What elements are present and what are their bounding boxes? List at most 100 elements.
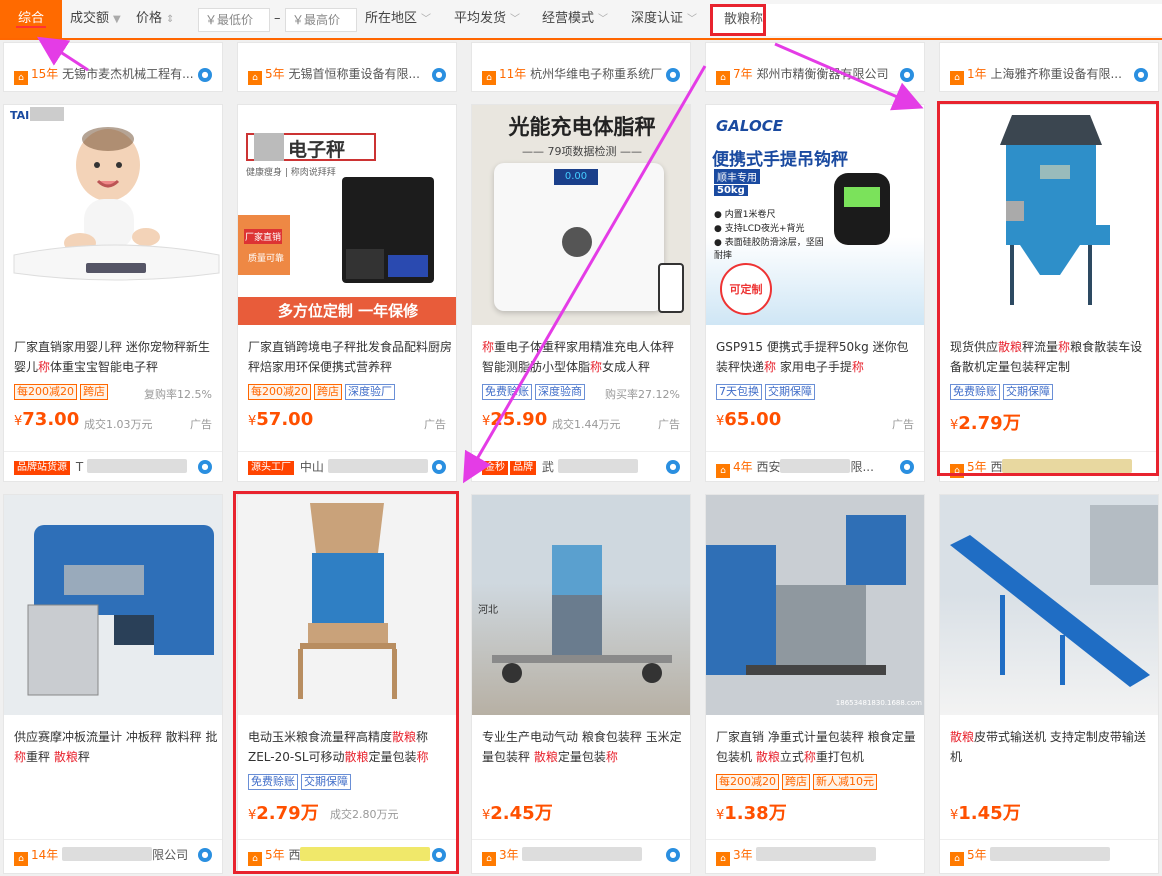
product-card[interactable]: ⌂ 7年 郑州市精衡衡器有限公司 ● [705, 42, 925, 92]
factory-icon: ⌂ [248, 71, 262, 85]
promo-badge [238, 215, 290, 275]
price: ¥25.90 [482, 409, 548, 430]
product-image[interactable]: 电子秤 健康瘦身 | 称肉说拜拜 厂家直销 质量可靠 多方位定制 一年保修 [238, 105, 456, 325]
factory-icon: ⌂ [950, 71, 964, 85]
shop-name[interactable]: 无锡首恒称重设备有限... [288, 67, 419, 81]
product-image[interactable]: 河北 [472, 495, 690, 715]
feature-line: ● 表面硅胶防滑涂层，坚固耐摔 [714, 238, 824, 261]
business-mode-filter[interactable]: 经营模式 ﹀ [542, 0, 608, 38]
product-card-kitchen-scale[interactable]: 电子秤 健康瘦身 | 称肉说拜拜 厂家直销 质量可靠 多方位定制 一年保修 厂家… [237, 104, 457, 482]
shipping-filter[interactable]: 平均发货 ﹀ [454, 0, 520, 38]
cert-filter[interactable]: 深度认证 ﹀ [631, 0, 697, 38]
product-card-packing-scale[interactable]: 河北 专业生产电动气动 粮食包装秤 玉米定量包装秤 散粮定量包装称 ¥2.45万… [471, 494, 691, 874]
chat-icon[interactable]: ● [432, 68, 446, 82]
shop-row: 品牌站货源 T [4, 451, 222, 481]
product-card[interactable]: ⌂ 11年 杭州华维电子称重系统厂 ● [471, 42, 691, 92]
chat-icon[interactable]: ● [1134, 68, 1148, 82]
brand-badge: 品牌 [510, 461, 536, 475]
blurred-region [64, 565, 144, 595]
search-highlight-box [710, 4, 766, 36]
chat-icon[interactable]: ● [198, 848, 212, 862]
shop-name[interactable]: 上海雅齐称重设备有限... [990, 67, 1121, 81]
shop-name[interactable]: T [76, 460, 83, 474]
image-subtitle: 健康瘦身 | 称肉说拜拜 [246, 168, 336, 178]
product-title[interactable]: 称重电子体重秤家用精准充电人体秤智能测脂肪小型体脂称女成人秤 [482, 337, 686, 377]
chat-icon[interactable]: ● [198, 68, 212, 82]
chat-icon[interactable]: ● [432, 460, 446, 474]
product-image[interactable]: 18653481830.1688.com [706, 495, 924, 715]
chat-icon[interactable]: ● [666, 460, 680, 474]
shop-name[interactable]: 郑州市精衡衡器有限公司 [756, 67, 888, 81]
product-title[interactable]: 供应赛摩冲板流量计 冲板秤 散料秤 批称重秤 散粮秤 [14, 727, 218, 767]
blurred-region [254, 133, 284, 161]
chat-icon[interactable]: ● [900, 68, 914, 82]
product-card[interactable]: ⌂ 5年 无锡首恒称重设备有限... ● [237, 42, 457, 92]
chat-icon[interactable]: ● [666, 848, 680, 862]
sort-comprehensive-tab[interactable]: 综合 [0, 0, 62, 38]
product-title[interactable]: GSP915 便携式手提秤50kg 迷你包装秤快递称 家用电子手提称 [716, 337, 920, 377]
lcd [844, 187, 880, 207]
verified-factory-tag: 深度验厂 [345, 384, 395, 400]
feature-line: ● 支持LCD夜光+背光 [714, 224, 805, 234]
filter-bar: 综合 成交额 ▼ 价格 ⇕ ￥最低价 – ￥最高价 所在地区 ﹀ 平均发货 ﹀ 经营模式… [0, 0, 1162, 40]
shop-years: 7年 [733, 67, 753, 81]
shipping-label: 平均发货 [454, 11, 507, 26]
shop-name[interactable]: 西安 [756, 460, 780, 474]
highlight-box-card7 [233, 491, 459, 874]
product-image[interactable]: 光能充电体脂秤 —— 79项数据检测 —— 0.00 [472, 105, 690, 325]
image-title: 便携式手提吊钩秤 [712, 150, 848, 170]
product-title[interactable]: 散粮皮带式输送机 支持定制皮带输送机 [950, 727, 1154, 767]
product-image[interactable] [4, 495, 222, 715]
chat-icon[interactable]: ● [198, 460, 212, 474]
sensor [562, 227, 592, 257]
product-title[interactable]: 专业生产电动气动 粮食包装秤 玉米定量包装秤 散粮定量包装称 [482, 727, 686, 767]
shop-name[interactable]: 武 [542, 460, 554, 474]
region-filter[interactable]: 所在地区 ﹀ [365, 0, 431, 38]
product-card-hook-scale[interactable]: GALOCE 便携式手提吊钩秤 顺丰专用 50kg ● 内置1米卷尺 ● 支持L… [705, 104, 925, 482]
max-price-input[interactable]: ￥最高价 [285, 8, 357, 32]
tag-row: 每200减20 跨店 [14, 384, 111, 402]
source-factory-badge: 源头工厂 [248, 461, 294, 475]
free-credit-tag: 免费赊账 [482, 384, 532, 400]
product-card-body-fat-scale[interactable]: 光能充电体脂秤 —— 79项数据检测 —— 0.00 称重电子体重秤家用精准充电… [471, 104, 691, 482]
product-image[interactable]: TAI [4, 105, 222, 325]
repurchase-rate: 复购率12.5% [144, 388, 212, 401]
product-card-net-weight-scale[interactable]: 18653481830.1688.com 厂家直销 净重式计量包装秤 粮食定量包… [705, 494, 925, 874]
image-footer-banner: 多方位定制 一年保修 [238, 297, 456, 325]
product-title[interactable]: 厂家直销 净重式计量包装秤 粮食定量包装机 散粮立式称重打包机 [716, 727, 920, 767]
cross-store-tag: 跨店 [314, 384, 342, 400]
chat-icon[interactable]: ● [666, 68, 680, 82]
blurred-region [30, 107, 64, 121]
price: ¥57.00 [248, 409, 314, 430]
brand-supply-badge: 品牌站货源 [14, 461, 70, 475]
product-title[interactable]: 厂家直销跨境电子秤批发食品配料厨房秤焙家用环保便携式营养秤 [248, 337, 452, 377]
product-card-baby-scale[interactable]: TAI 厂家直销家用婴儿秤 迷你宠物秤新生婴儿称体重宝宝智能电子秤 每200减2… [3, 104, 223, 482]
chat-icon[interactable]: ● [900, 460, 914, 474]
region-label: 所在地区 [365, 11, 418, 26]
product-card-impact-flowmeter[interactable]: 供应赛摩冲板流量计 冲板秤 散料秤 批称重秤 散粮秤 ⌂ 14年 限公司 ● [3, 494, 223, 874]
price: ¥1.38万 [716, 803, 787, 824]
product-image[interactable] [940, 495, 1158, 715]
search-input[interactable]: 散粮称 [710, 4, 1162, 36]
product-card[interactable]: ⌂ 15年 无锡市麦杰机械工程有... ● [3, 42, 223, 92]
shop-name[interactable]: 中山 [300, 460, 324, 474]
price: ¥1.45万 [950, 803, 1021, 824]
sort-deal-tab[interactable]: 成交额 ▼ [70, 0, 121, 38]
product-card-belt-conveyor[interactable]: 散粮皮带式输送机 支持定制皮带输送机 ¥1.45万 ⌂ 5年 [939, 494, 1159, 874]
tag-row: 免费赊账 深度验商 [482, 384, 588, 402]
chevron-down-icon: ﹀ [598, 14, 609, 25]
sort-price-label: 价格 [136, 11, 163, 26]
price: ¥73.00 [14, 409, 80, 430]
factory-icon: ⌂ [950, 852, 964, 866]
phone-icon [658, 263, 684, 313]
product-card[interactable]: ⌂ 1年 上海雅齐称重设备有限... ● [939, 42, 1159, 92]
price-dash: – [274, 11, 281, 26]
shop-name[interactable]: 无锡市麦杰机械工程有... [62, 67, 193, 81]
price: ¥2.45万 [482, 803, 553, 824]
product-title[interactable]: 厂家直销家用婴儿秤 迷你宠物秤新生婴儿称体重宝宝智能电子秤 [14, 337, 218, 377]
product-image[interactable]: GALOCE 便携式手提吊钩秤 顺丰专用 50kg ● 内置1米卷尺 ● 支持L… [706, 105, 924, 325]
brand-logo: TAI [10, 109, 30, 122]
min-price-input[interactable]: ￥最低价 [198, 8, 270, 32]
shop-name[interactable]: 杭州华维电子称重系统厂 [530, 67, 662, 81]
sort-price-tab[interactable]: 价格 ⇕ [136, 0, 174, 38]
